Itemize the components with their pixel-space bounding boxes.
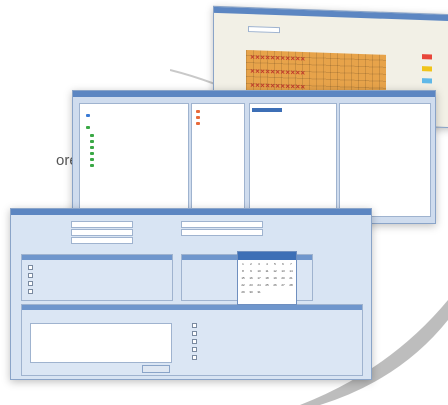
calendar-day[interactable]: 15	[240, 276, 246, 281]
tree-item[interactable]	[90, 134, 94, 137]
tree-item[interactable]	[86, 114, 90, 117]
calendar-day[interactable]: 5	[272, 262, 278, 267]
group-bottom	[21, 304, 363, 376]
legend-swatch-yellow[interactable]	[422, 66, 432, 72]
tree-item[interactable]	[86, 126, 90, 129]
option-checkbox[interactable]	[28, 289, 33, 294]
calendar-header	[238, 252, 296, 260]
option-checkbox[interactable]	[192, 331, 197, 336]
tree-pane[interactable]	[79, 103, 189, 217]
calendar-day[interactable]: 12	[272, 269, 278, 274]
calendar-day[interactable]: 29	[240, 290, 246, 295]
calendar-day[interactable]: 22	[240, 283, 246, 288]
calendar-day[interactable]: 20	[280, 276, 286, 281]
calendar-day[interactable]: 19	[272, 276, 278, 281]
group-left	[21, 254, 173, 301]
calendar-popup[interactable]: 1 2 3 4 5 6 7 8 9 10 11 12 13 14 15 16 17 18 19 20 21 22 23 24 2…	[237, 251, 297, 305]
calendar-day[interactable]: 8	[240, 269, 246, 274]
selection-window	[72, 90, 436, 224]
tree-item[interactable]	[90, 146, 94, 149]
calendar-day[interactable]: 31	[256, 290, 262, 295]
tree-item[interactable]	[90, 164, 94, 167]
list-item[interactable]	[196, 110, 200, 113]
list-item[interactable]	[196, 116, 200, 119]
field-5[interactable]	[181, 229, 263, 236]
calendar-day[interactable]: 26	[272, 283, 278, 288]
option-checkbox[interactable]	[28, 273, 33, 278]
main-dialog-window: 1 2 3 4 5 6 7 8 9 10 11 12 13 14 15 16 17 18 19 20 21 22 23 24 2…	[10, 208, 372, 380]
calendar-day[interactable]: 25	[264, 283, 270, 288]
list-pane-middle[interactable]	[191, 103, 245, 217]
window-title-bar	[11, 209, 371, 215]
field-4[interactable]	[181, 221, 263, 228]
tree-item[interactable]	[90, 140, 94, 143]
calendar-day[interactable]: 16	[248, 276, 254, 281]
calendar-day[interactable]: 17	[256, 276, 262, 281]
calendar-day[interactable]: 21	[288, 276, 294, 281]
legend-swatch-red[interactable]	[422, 54, 432, 60]
list-item[interactable]	[196, 122, 200, 125]
template-field[interactable]	[248, 26, 280, 34]
calendar-day[interactable]: 11	[264, 269, 270, 274]
calendar-day[interactable]: 3	[256, 262, 262, 267]
calendar-day[interactable]: 2	[248, 262, 254, 267]
window-title-bar	[73, 91, 435, 97]
option-checkbox[interactable]	[192, 339, 197, 344]
option-checkbox[interactable]	[28, 265, 33, 270]
tree-item[interactable]	[90, 152, 94, 155]
detail-pane[interactable]	[339, 103, 431, 217]
calendar-day[interactable]: 7	[288, 262, 294, 267]
calendar-day[interactable]: 28	[288, 283, 294, 288]
calendar-day[interactable]: 30	[248, 290, 254, 295]
window-title-bar	[214, 6, 448, 22]
calendar-day[interactable]: 1	[240, 262, 246, 267]
calendar-day[interactable]: 14	[288, 269, 294, 274]
calendar-day[interactable]: 10	[256, 269, 262, 274]
legend-swatch-blue[interactable]	[422, 78, 432, 84]
option-checkbox[interactable]	[192, 323, 197, 328]
field-2[interactable]	[71, 229, 133, 236]
option-checkbox[interactable]	[192, 347, 197, 352]
email-list-field[interactable]	[30, 323, 172, 363]
list-pane-right[interactable]	[249, 103, 337, 217]
calendar-day[interactable]: 24	[256, 283, 262, 288]
calendar-day[interactable]: 6	[280, 262, 286, 267]
field-1[interactable]	[71, 221, 133, 228]
continue-button[interactable]	[142, 365, 170, 373]
calendar-day[interactable]: 4	[264, 262, 270, 267]
calendar-day[interactable]: 13	[280, 269, 286, 274]
tree-item[interactable]	[90, 158, 94, 161]
calendar-day[interactable]: 9	[248, 269, 254, 274]
selected-row[interactable]	[252, 108, 282, 112]
calendar-day[interactable]: 18	[264, 276, 270, 281]
option-checkbox[interactable]	[192, 355, 197, 360]
field-3[interactable]	[71, 237, 133, 244]
option-checkbox[interactable]	[28, 281, 33, 286]
calendar-day[interactable]: 27	[280, 283, 286, 288]
calendar-day[interactable]: 23	[248, 283, 254, 288]
